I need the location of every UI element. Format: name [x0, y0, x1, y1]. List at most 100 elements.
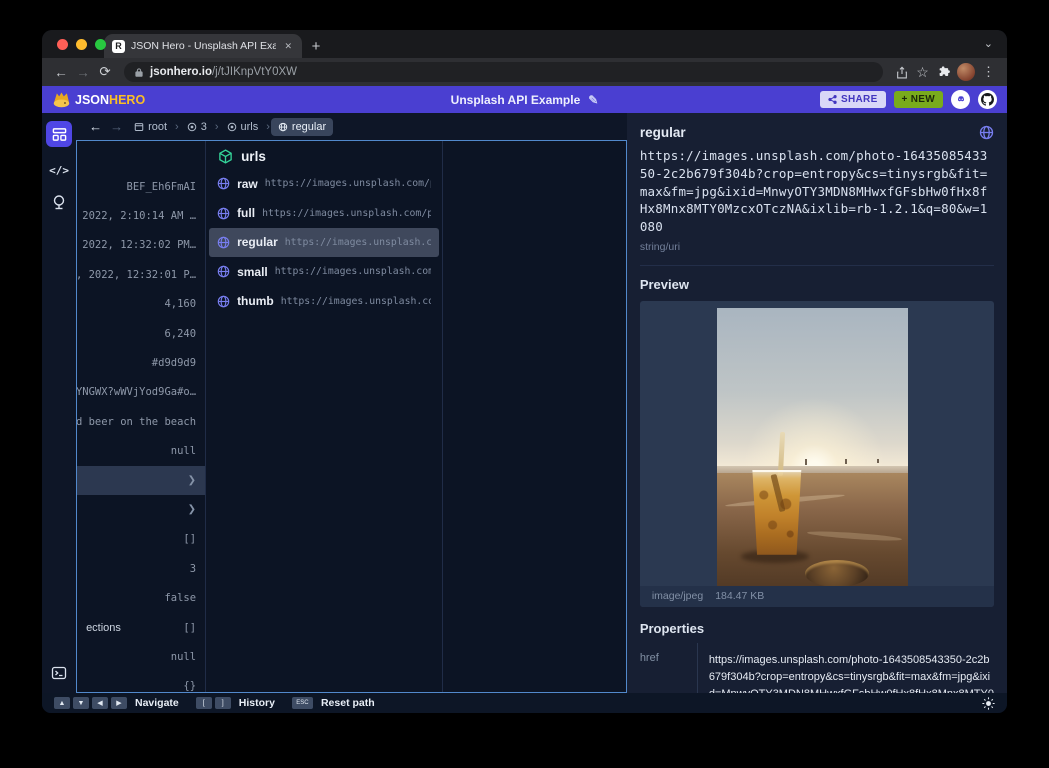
object-icon: [227, 122, 237, 132]
preview-panel: image/jpeg 184.47 KB: [640, 301, 994, 607]
bracket-key-icon: ]: [215, 697, 231, 709]
first-column: BEF_Eh6FmAI 0, 2022, 2:10:14 AM … 1, 2022,…: [77, 141, 206, 692]
view-sidebar: </>: [42, 113, 76, 693]
json-row[interactable]: 7jYNGWX?wWVjYod9Ga#o…: [77, 378, 205, 407]
share-nodes-icon: [828, 95, 837, 104]
json-key: regular: [237, 235, 278, 249]
globe-icon: [217, 236, 230, 249]
tree-view-tab[interactable]: [51, 194, 67, 210]
forward-button[interactable]: →: [72, 65, 94, 80]
breadcrumb-item-urls[interactable]: urls: [220, 118, 266, 136]
breadcrumb-item-root[interactable]: root: [127, 118, 174, 136]
object-icon: [187, 122, 197, 132]
breadcrumb-item-regular[interactable]: regular: [271, 118, 333, 136]
minimize-window-button[interactable]: [76, 39, 87, 50]
history-forward-icon[interactable]: →: [110, 119, 123, 134]
arrow-key-icon: ◀: [92, 697, 108, 709]
photo-person-silhouette: [845, 459, 847, 464]
json-row[interactable]: null: [77, 642, 205, 671]
photo-stone: [805, 560, 869, 587]
empty-column: [442, 141, 626, 692]
app-header: Unsplash API Example ✎ JSONHERO SHARE + …: [42, 86, 1007, 113]
bookmark-star-icon[interactable]: ☆: [912, 64, 933, 81]
escape-key-icon: ESC: [292, 697, 313, 709]
breadcrumb-item-3[interactable]: 3: [180, 118, 214, 136]
share-page-icon[interactable]: [891, 66, 912, 79]
url-row-regular[interactable]: regularhttps://images.unsplash.com…: [209, 228, 439, 257]
document-title: Unsplash API Example: [451, 93, 581, 107]
json-key: raw: [237, 177, 258, 191]
json-row[interactable]: 3: [77, 554, 205, 583]
jsonhero-logo[interactable]: JSONHERO: [52, 91, 145, 108]
json-value: 3: [190, 563, 196, 575]
bracket-key-icon: [: [196, 697, 212, 709]
url-row-raw[interactable]: rawhttps://images.unsplash.com/ph…: [209, 169, 439, 198]
detail-title: regular: [640, 125, 686, 140]
json-row[interactable]: BEF_Eh6FmAI: [77, 172, 205, 201]
extensions-puzzle-icon[interactable]: [933, 65, 954, 79]
globe-icon: [217, 207, 230, 220]
json-row[interactable]: 6,240: [77, 319, 205, 348]
url-row-thumb[interactable]: thumbhttps://images.unsplash.com/…: [209, 287, 439, 316]
chevron-down-icon[interactable]: ⌄: [984, 37, 993, 50]
json-value: 0, 2022, 2:10:14 AM …: [77, 210, 196, 222]
property-value[interactable]: https://images.unsplash.com/photo-164350…: [697, 643, 994, 693]
history-back-icon[interactable]: ←: [89, 119, 102, 134]
detail-panel: regular https://images.unsplash.com/phot…: [627, 113, 1007, 693]
json-view-tab[interactable]: </>: [49, 164, 69, 177]
url-row-small[interactable]: smallhttps://images.unsplash.com/p…: [209, 257, 439, 286]
json-row[interactable]: {}: [77, 672, 205, 692]
discord-button[interactable]: [951, 90, 970, 109]
json-row[interactable]: #d9d9d9: [77, 348, 205, 377]
tree-icon: [51, 194, 67, 210]
json-row[interactable]: 1, 2022, 12:32:01 P…: [77, 260, 205, 289]
browser-menu-icon[interactable]: ⋮: [978, 64, 999, 80]
navigate-key-icons: ▲▼◀▶: [54, 697, 127, 709]
browser-tab[interactable]: R JSON Hero - Unsplash API Exa ✕: [104, 34, 302, 58]
json-row[interactable]: old beer on the beach: [77, 407, 205, 436]
json-row[interactable]: []: [77, 525, 205, 554]
chevron-right-icon: ❯: [188, 475, 196, 486]
preview-heading: Preview: [640, 265, 994, 292]
column-view-tab[interactable]: [46, 121, 72, 147]
address-bar[interactable]: jsonhero.io/j/tJIKnpVtY0XW: [124, 62, 883, 82]
json-value: {}: [183, 680, 196, 692]
json-row[interactable]: ❯: [77, 466, 205, 495]
new-tab-button[interactable]: +: [302, 34, 330, 58]
reload-button[interactable]: ⟳: [94, 64, 116, 80]
github-button[interactable]: [978, 90, 997, 109]
json-row[interactable]: 4,160: [77, 290, 205, 319]
breadcrumb-separator: ›: [175, 121, 179, 133]
globe-icon: [217, 295, 230, 308]
close-tab-icon[interactable]: ✕: [282, 41, 294, 52]
history-label: History: [239, 697, 275, 709]
json-row[interactable]: false: [77, 583, 205, 612]
json-row[interactable]: ❯: [77, 495, 205, 524]
value-text[interactable]: https://images.unsplash.com/photo-164350…: [640, 147, 994, 236]
desktop: { "icons": { "back": "←", "forward": "→"…: [0, 0, 1049, 768]
json-row[interactable]: 1, 2022, 12:32:02 PM…: [77, 231, 205, 260]
url-row-full[interactable]: fullhttps://images.unsplash.com/ph…: [209, 198, 439, 227]
zoom-window-button[interactable]: [95, 39, 106, 50]
profile-avatar[interactable]: [957, 63, 975, 81]
theme-toggle-button[interactable]: [982, 697, 995, 710]
new-document-button[interactable]: + NEW: [894, 91, 943, 108]
json-value-preview: https://images.unsplash.com/p…: [275, 266, 431, 277]
root-icon: [134, 122, 144, 132]
json-row[interactable]: null: [77, 437, 205, 466]
close-window-button[interactable]: [57, 39, 68, 50]
detail-header: regular: [640, 125, 994, 140]
preview-image[interactable]: [717, 308, 908, 591]
json-value: null: [171, 651, 196, 663]
json-value: 1, 2022, 12:32:01 P…: [77, 269, 196, 281]
json-row[interactable]: 0, 2022, 2:10:14 AM …: [77, 201, 205, 230]
share-button[interactable]: SHARE: [820, 91, 886, 108]
browser-toolbar: ← → ⟳ jsonhero.io/j/tJIKnpVtY0XW ☆ ⋮: [42, 58, 1007, 86]
json-row[interactable]: ections[]: [77, 613, 205, 642]
edit-title-icon[interactable]: ✎: [588, 93, 598, 107]
terminal-button[interactable]: [51, 665, 67, 681]
globe-icon: [217, 177, 230, 190]
photo-person-silhouette: [805, 459, 807, 465]
back-button[interactable]: ←: [50, 65, 72, 80]
globe-icon: [979, 125, 994, 140]
